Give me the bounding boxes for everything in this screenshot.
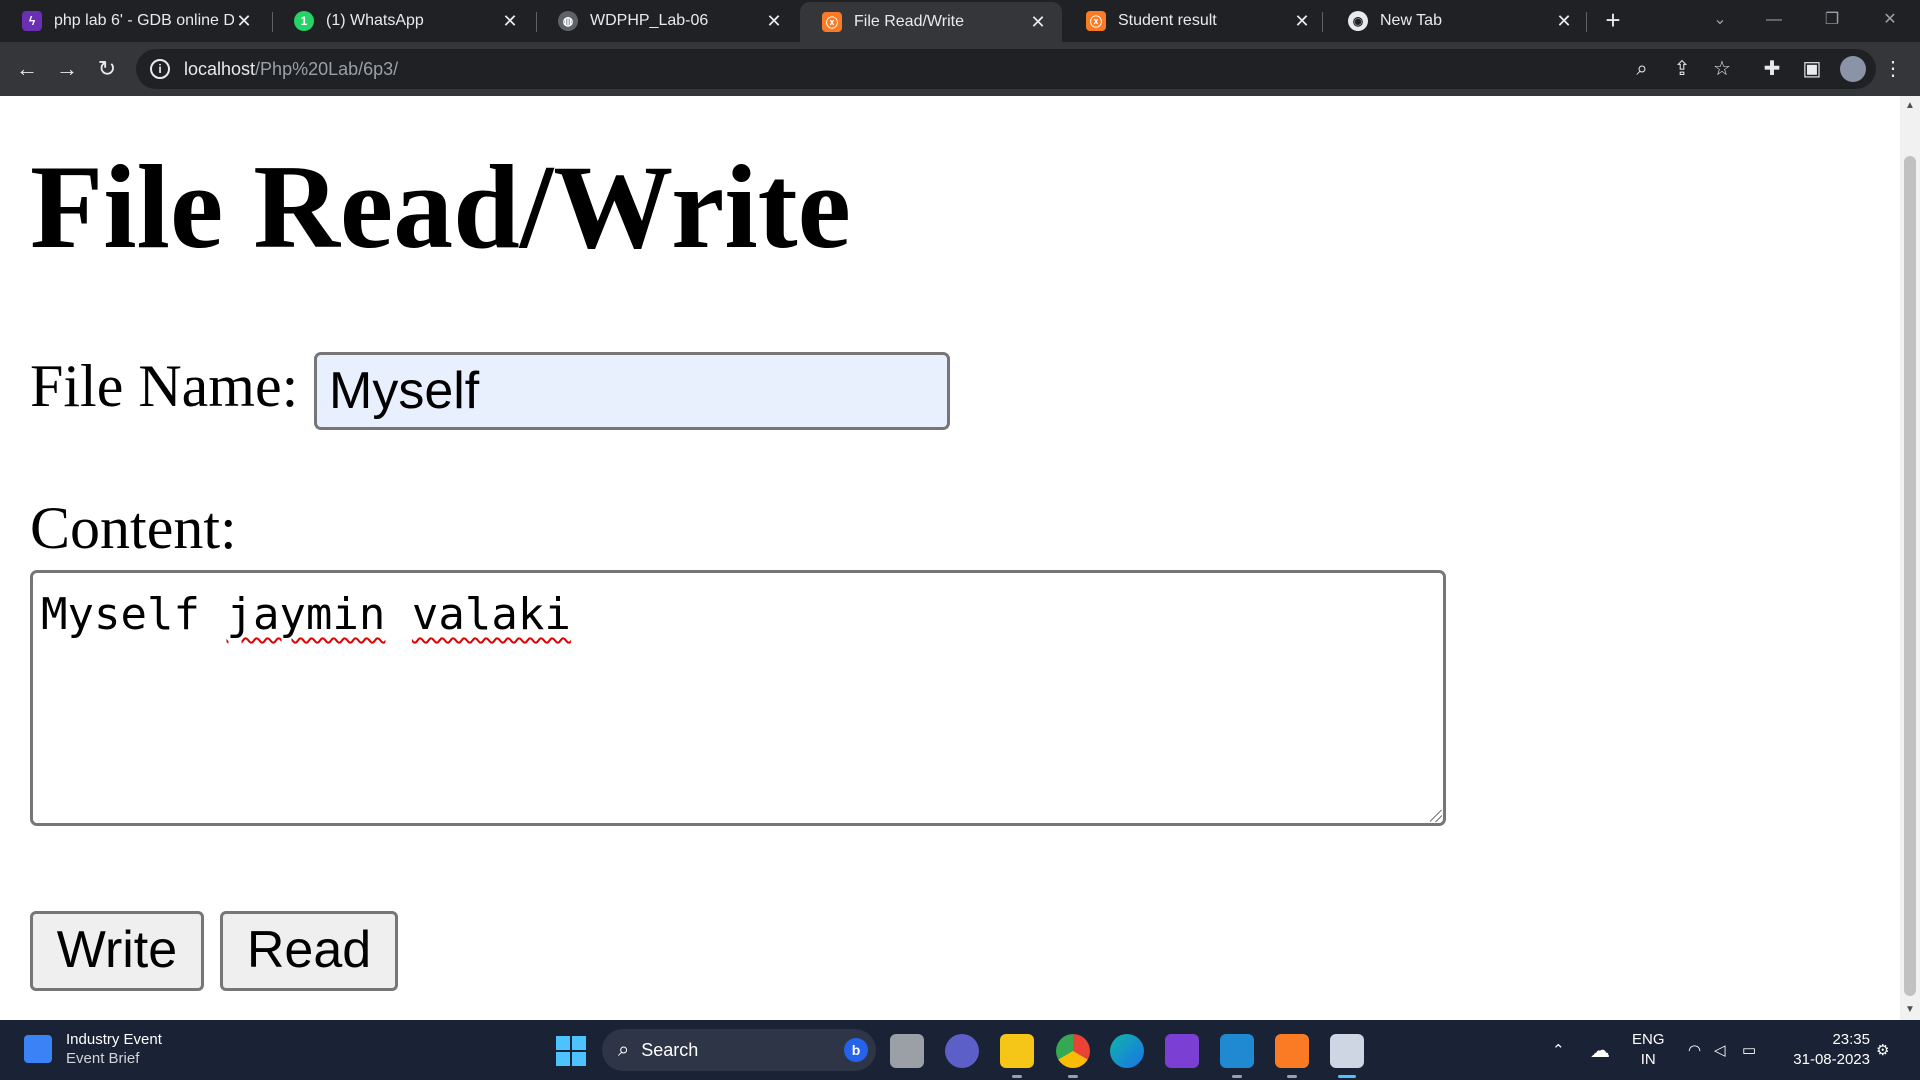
edge-icon[interactable]: [1110, 1034, 1144, 1068]
xampp-icon: ⓧ: [822, 12, 842, 32]
page-scrollbar[interactable]: ▲ ▼: [1900, 96, 1920, 1020]
widget-icon: [24, 1035, 52, 1063]
vscode-icon[interactable]: [1220, 1034, 1254, 1078]
tab-title: New Tab: [1380, 12, 1442, 29]
close-window-icon[interactable]: ✕: [1870, 6, 1910, 34]
filename-input[interactable]: [314, 352, 950, 430]
whatsapp-icon: 1: [294, 11, 314, 31]
battery-icon[interactable]: ▭: [1742, 1020, 1756, 1080]
input-language[interactable]: ENG IN: [1632, 1030, 1665, 1070]
windows-taskbar: Industry Event Event Brief ⌕ Search b ⌃ …: [0, 1020, 1920, 1080]
close-icon[interactable]: ✕: [1028, 12, 1048, 33]
tab-search-chevron-icon[interactable]: ⌄: [1700, 6, 1740, 34]
back-arrow-icon[interactable]: ←: [12, 54, 42, 84]
tab-whatsapp[interactable]: 1 (1) WhatsApp ✕: [272, 0, 534, 42]
windows-start-icon[interactable]: [556, 1036, 586, 1066]
browser-toolbar: ← → ↻ i localhost/Php%20Lab/6p3/ ⌕ ⇪ ☆ ✚…: [0, 42, 1920, 96]
content-word-misspelled: valaki: [411, 589, 571, 640]
teams-chat-icon[interactable]: [945, 1034, 979, 1068]
minimize-icon[interactable]: —: [1754, 6, 1794, 34]
widget-subtitle: Event Brief: [66, 1050, 140, 1067]
write-button[interactable]: Write: [30, 911, 204, 991]
tab-separator: [1322, 12, 1323, 32]
xampp-taskbar-icon[interactable]: [1275, 1034, 1309, 1078]
close-icon[interactable]: ✕: [234, 11, 254, 32]
tab-new-tab[interactable]: ◉ New Tab ✕: [1326, 0, 1588, 42]
content-word-misspelled: jaymin: [226, 589, 386, 640]
side-panel-icon[interactable]: ▣: [1799, 56, 1825, 82]
tab-file-read-write[interactable]: ⓧ File Read/Write ✕: [800, 2, 1062, 42]
filename-label: File Name:: [30, 353, 299, 419]
close-icon[interactable]: ✕: [1554, 11, 1574, 32]
content-label: Content:: [30, 495, 237, 561]
url-path: /Php%20Lab/6p3/: [255, 58, 399, 79]
volume-icon[interactable]: ◁: [1714, 1020, 1726, 1080]
tab-title: Student result: [1118, 12, 1217, 29]
search-icon: ⌕: [618, 1038, 630, 1061]
menu-kebab-icon[interactable]: ⋮: [1880, 56, 1906, 82]
taskbar-search[interactable]: ⌕ Search b: [602, 1029, 876, 1071]
close-icon[interactable]: ✕: [1292, 11, 1312, 32]
tab-wdphp[interactable]: ◍ WDPHP_Lab-06 ✕: [536, 0, 798, 42]
url-host: localhost: [184, 58, 256, 79]
widget-title: Industry Event: [66, 1031, 162, 1048]
clock-date: 31-08-2023: [1793, 1051, 1870, 1068]
tab-student-result[interactable]: ⓧ Student result ✕: [1064, 0, 1326, 42]
wifi-icon[interactable]: ◠: [1688, 1020, 1701, 1080]
chrome-taskbar-icon[interactable]: [1056, 1034, 1090, 1078]
visual-studio-icon[interactable]: [1165, 1034, 1199, 1068]
scroll-down-icon[interactable]: ▼: [1900, 1002, 1920, 1018]
search-placeholder: Search: [641, 1039, 699, 1060]
xampp-icon: ⓧ: [1086, 11, 1106, 31]
page-content: File Read/Write File Name: Content: Myse…: [0, 96, 1900, 1020]
news-widget[interactable]: Industry Event Event Brief: [24, 1030, 162, 1068]
content-word: Myself: [41, 589, 200, 640]
reload-icon[interactable]: ↻: [92, 54, 122, 84]
tab-title: (1) WhatsApp: [326, 12, 424, 29]
bookmark-star-icon[interactable]: ☆: [1709, 56, 1735, 82]
tab-title: WDPHP_Lab-06: [590, 12, 709, 29]
file-explorer-icon[interactable]: [1000, 1034, 1034, 1078]
clock[interactable]: 23:35 31-08-2023: [1786, 1030, 1870, 1070]
textarea-resize-handle[interactable]: [1430, 810, 1442, 822]
content-textarea[interactable]: Myself jaymin valaki: [30, 570, 1446, 826]
notification-bell-icon[interactable]: ⚙: [1876, 1020, 1889, 1080]
close-icon[interactable]: ✕: [500, 11, 520, 32]
lang-code: ENG: [1632, 1031, 1665, 1048]
chrome-icon: ◉: [1348, 11, 1368, 31]
task-view-icon[interactable]: [890, 1034, 924, 1068]
page-title: File Read/Write: [30, 140, 851, 273]
gdb-bolt-icon: ϟ: [22, 11, 42, 31]
read-button[interactable]: Read: [220, 911, 398, 991]
tab-title: php lab 6' - GDB online Del: [54, 12, 234, 29]
address-bar[interactable]: i localhost/Php%20Lab/6p3/: [136, 49, 1876, 89]
extensions-puzzle-icon[interactable]: ✚: [1759, 56, 1785, 82]
lang-region: IN: [1640, 1051, 1656, 1068]
tab-strip: ϟ php lab 6' - GDB online Del ✕ 1 (1) Wh…: [0, 0, 1920, 42]
tab-separator: [1586, 12, 1587, 32]
close-icon[interactable]: ✕: [764, 11, 784, 32]
snipping-tool-icon[interactable]: [1330, 1034, 1364, 1078]
show-hidden-icons-chevron-icon[interactable]: ⌃: [1552, 1020, 1565, 1080]
site-info-icon[interactable]: i: [150, 59, 170, 79]
onedrive-cloud-icon[interactable]: ☁: [1590, 1020, 1610, 1080]
bing-icon[interactable]: b: [844, 1038, 868, 1062]
share-icon[interactable]: ⇪: [1669, 56, 1695, 82]
scroll-thumb[interactable]: [1904, 156, 1916, 996]
scroll-up-icon[interactable]: ▲: [1900, 98, 1920, 114]
new-tab-button[interactable]: +: [1598, 6, 1628, 36]
globe-icon: ◍: [558, 11, 578, 31]
clock-time: 23:35: [1832, 1031, 1870, 1048]
tab-gdb[interactable]: ϟ php lab 6' - GDB online Del ✕: [0, 0, 268, 42]
tab-title: File Read/Write: [854, 13, 964, 30]
forward-arrow-icon[interactable]: →: [52, 54, 82, 84]
restore-icon[interactable]: ❐: [1812, 6, 1852, 34]
profile-avatar[interactable]: [1840, 56, 1866, 82]
zoom-icon[interactable]: ⌕: [1629, 56, 1655, 82]
